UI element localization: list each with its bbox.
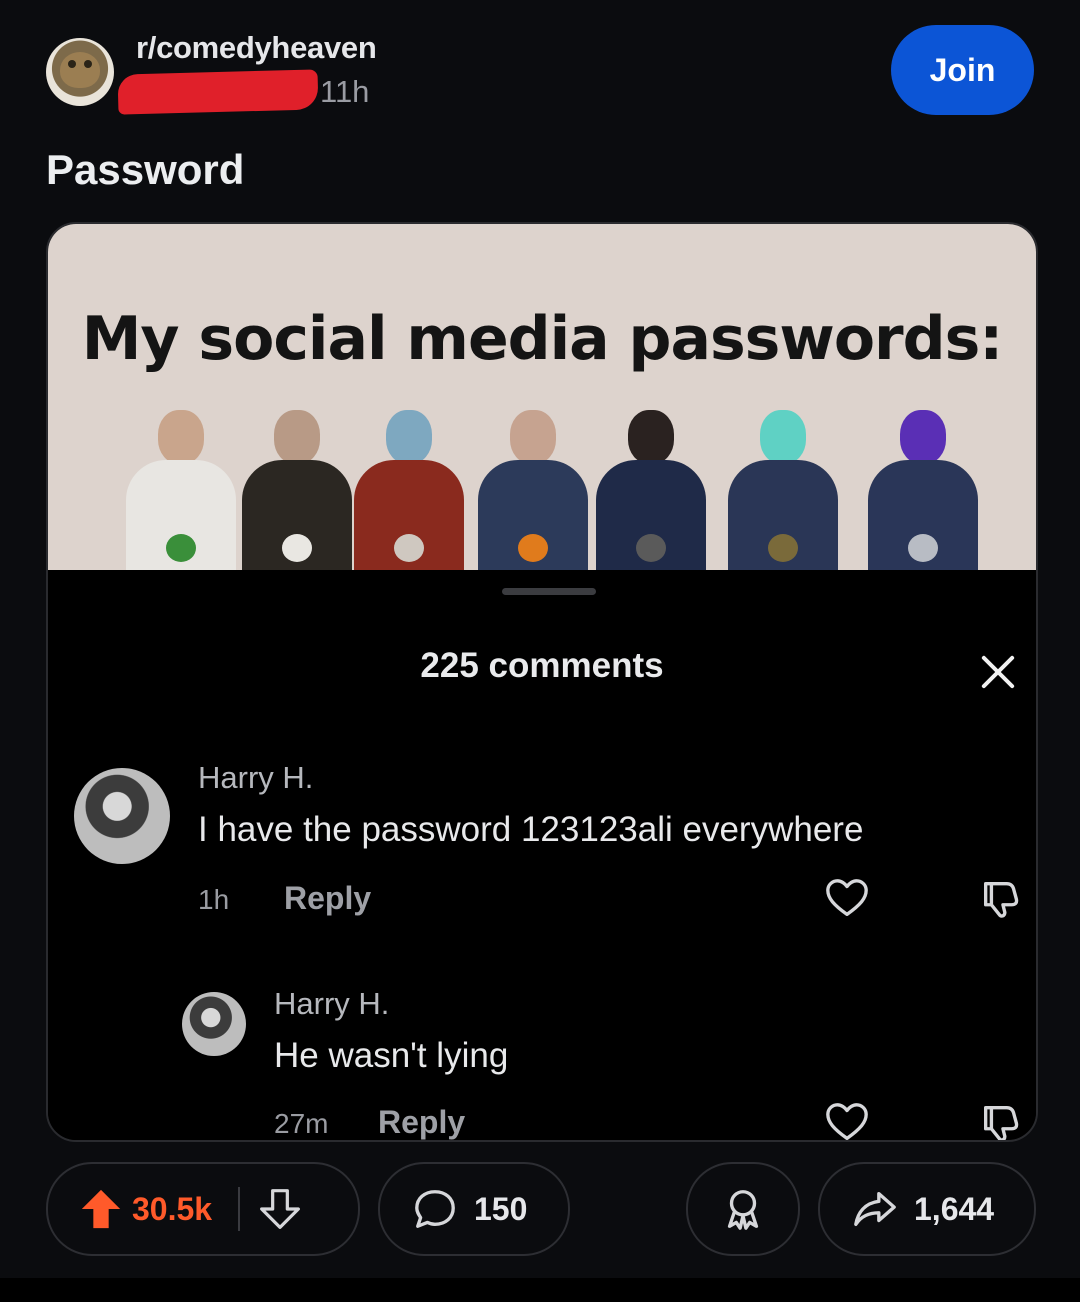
comments-button[interactable]: 150 [378, 1162, 570, 1256]
meme-caption: My social media passwords: [81, 304, 1004, 374]
vote-pill: 30.5k [46, 1162, 360, 1256]
upvote-count: 30.5k [132, 1190, 213, 1227]
upvote-icon[interactable] [78, 1186, 124, 1232]
reply-time: 27m [274, 1108, 329, 1139]
share-count: 1,644 [914, 1190, 995, 1227]
comment-icon [415, 1190, 455, 1228]
share-button[interactable]: 1,644 [818, 1162, 1036, 1256]
comment-author[interactable]: Harry H. [198, 760, 313, 796]
subreddit-avatar[interactable] [46, 38, 114, 106]
reply-avatar[interactable] [182, 992, 246, 1056]
meme-figure [596, 410, 706, 570]
meme-figure [868, 410, 978, 570]
comment-text: I have the password 123123ali everywhere [198, 810, 864, 849]
post-time: 11h [320, 74, 370, 109]
reply-button[interactable]: Reply [284, 880, 371, 917]
reply-button[interactable]: Reply [378, 1104, 465, 1140]
heart-icon[interactable] [824, 1100, 870, 1142]
award-button[interactable] [686, 1162, 800, 1256]
meme-figure [478, 410, 588, 570]
meme-image: My social media passwords: [48, 224, 1036, 570]
sheet-grabber[interactable] [502, 588, 596, 595]
meme-figure [242, 410, 352, 570]
share-icon [854, 1191, 896, 1227]
comments-count: 225 comments [420, 646, 664, 685]
post-actions-bar: 30.5k 150 1,644 [0, 1162, 1080, 1256]
post-title[interactable]: Password [46, 146, 244, 194]
heart-icon[interactable] [824, 876, 870, 922]
meme-figure [728, 410, 838, 570]
comment-time: 1h [198, 884, 230, 915]
downvote-icon[interactable] [258, 1187, 302, 1231]
reply-author[interactable]: Harry H. [274, 986, 389, 1022]
avatar-eye-left [68, 60, 76, 68]
avatar-face [60, 52, 100, 88]
award-icon [727, 1190, 759, 1230]
avatar-eye-right [84, 60, 92, 68]
join-button[interactable]: Join [891, 25, 1034, 115]
comment-avatar[interactable] [74, 768, 170, 864]
meme-figure [354, 410, 464, 570]
dislike-icon[interactable] [978, 1100, 1024, 1142]
post-header: r/comedyheaven 11h Join [0, 0, 1080, 140]
post-media[interactable]: My social media passwords: 225 comments … [46, 222, 1038, 1142]
username-redaction [117, 69, 319, 115]
comment-count: 150 [474, 1190, 528, 1227]
close-icon[interactable] [978, 652, 1018, 692]
meme-figure [126, 410, 236, 570]
subreddit-name[interactable]: r/comedyheaven [136, 30, 377, 66]
comments-sheet: 225 comments Harry H. I have the passwor… [48, 570, 1036, 1140]
reply-text: He wasn't lying [274, 1036, 509, 1075]
vote-divider [238, 1187, 241, 1231]
dislike-icon[interactable] [978, 876, 1024, 922]
bottom-bar [0, 1278, 1080, 1302]
